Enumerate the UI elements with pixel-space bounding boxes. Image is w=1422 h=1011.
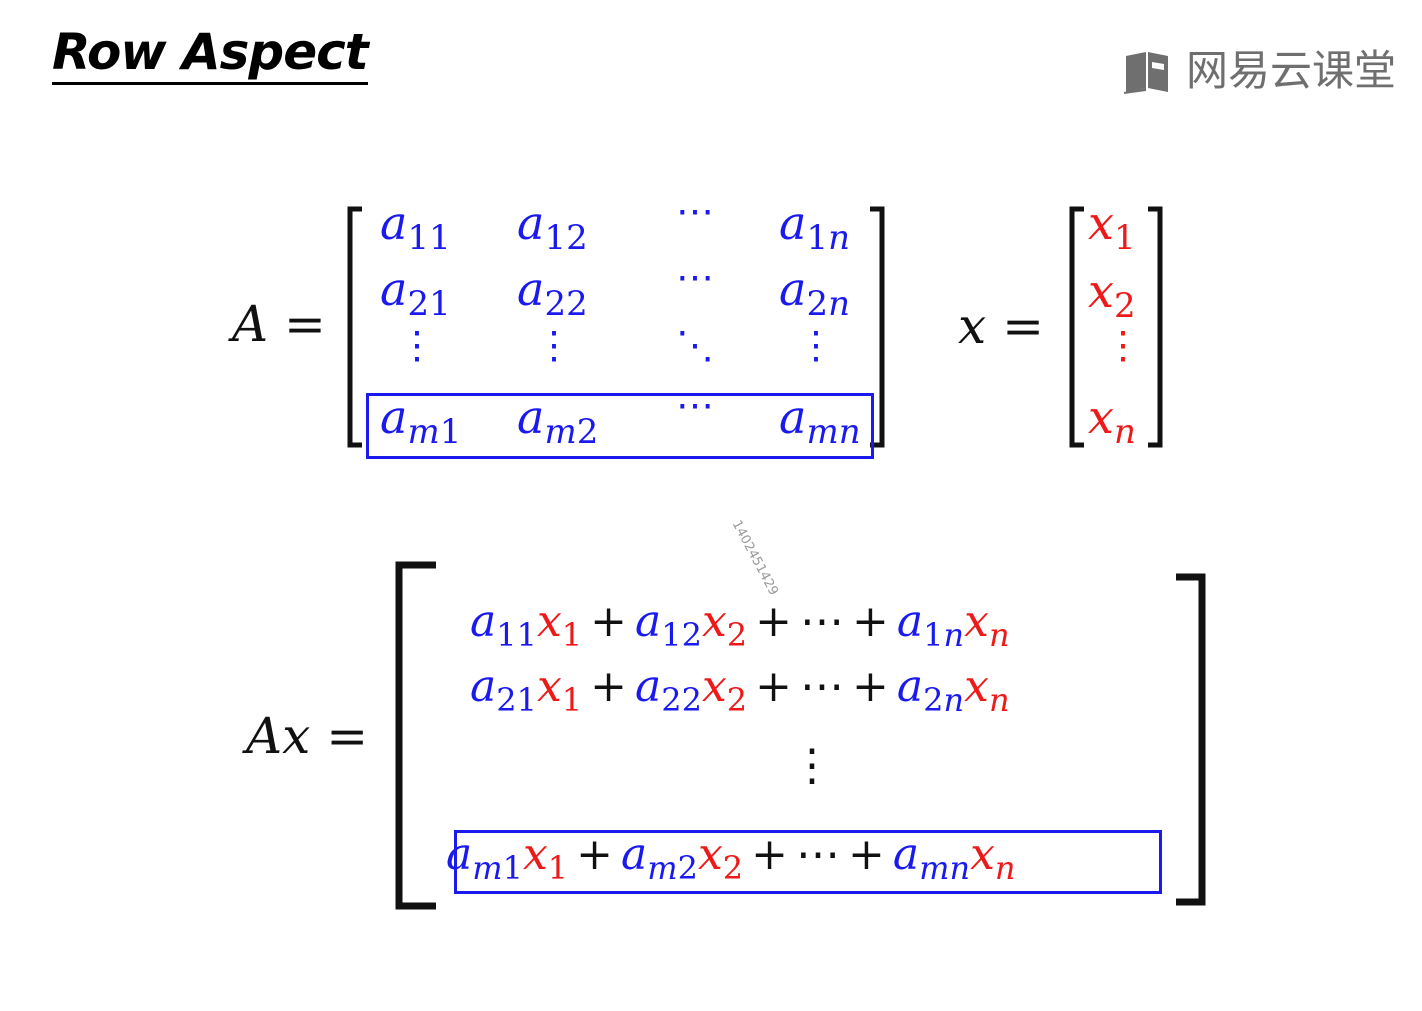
subscript: n [988,681,1010,719]
a-symbol: a [896,661,924,712]
a-symbol: a [380,196,408,250]
subscript: 1n [923,616,965,654]
matrix-a-row-highlight [366,393,874,459]
a-symbol: a [635,596,662,647]
vector-x-entry: xn [1088,390,1136,449]
ellipsis: ⋯ [800,661,845,712]
a-symbol: a [635,661,662,712]
plus-sign: + [852,661,889,712]
subscript: 2 [726,681,748,719]
subscript: 1 [561,616,583,654]
subscript: 12 [661,616,702,654]
matrix-a-lhs: A = [232,295,326,353]
book-logo-icon [1123,52,1168,94]
x-symbol: x [964,596,989,647]
vector-x-lhs: x = [958,297,1044,355]
page-title: Row Aspect [52,22,369,85]
a-symbol: a [896,596,924,647]
x-symbol: x [1088,196,1114,250]
brand-logo: 网易云课堂 [1122,44,1396,98]
subscript: 12 [544,218,588,258]
subscript: 21 [496,681,537,719]
a-symbol: a [779,262,807,316]
a-symbol: a [470,596,497,647]
a-symbol: a [517,262,545,316]
subscript: 1n [806,218,850,258]
matrix-a-dots: ⋱ [676,323,714,367]
subscript: 2 [726,616,748,654]
subscript: 11 [496,616,537,654]
ellipsis: ⋯ [800,596,845,647]
x-symbol: x [964,661,989,712]
x-symbol: x [536,661,562,712]
subscript: 2n [923,681,965,719]
x-symbol: x [1088,390,1114,444]
vector-x-entry: x2 [1088,264,1136,323]
subscript: 1 [561,681,583,719]
logo-text: 网易云课堂 [1185,46,1396,95]
plus-sign: + [852,596,889,647]
matrix-a-entry: a1n [779,196,850,255]
product-row: a21x1 + a22x2 + ⋯ + a2nxn [470,660,1010,716]
matrix-a-dots: ⋯ [676,255,714,299]
subscript: n [988,616,1010,654]
a-symbol: a [380,262,408,316]
matrix-a-dots: ⋮ [535,323,573,367]
plus-sign: + [755,661,793,712]
x-symbol: x [701,596,727,647]
product-vdots: ⋮ [790,740,834,791]
vector-x-entry: x1 [1088,196,1136,255]
vector-x-dots: ⋮ [1104,323,1142,367]
plus-sign: + [755,596,793,647]
matrix-a-dots: ⋯ [676,189,714,233]
x-symbol: x [1088,264,1114,318]
plus-sign: + [590,596,628,647]
subscript: 22 [661,681,702,719]
x-symbol: x [701,661,727,712]
subscript: n [1113,412,1136,452]
matrix-a-entry: a22 [517,262,588,321]
product-row-highlight [454,830,1162,894]
product-lhs: Ax = [246,707,369,765]
product-row: a11x1 + a12x2 + ⋯ + a1nxn [470,595,1010,651]
subscript: 11 [407,218,451,258]
matrix-a-dots: ⋮ [398,323,436,367]
matrix-a-entry: a21 [380,262,451,321]
subscript: 1 [1113,218,1136,258]
matrix-a-entry: a2n [779,262,850,321]
plus-sign: + [590,661,628,712]
a-symbol: a [517,196,545,250]
a-symbol: a [470,661,497,712]
matrix-a-entry: a12 [517,196,588,255]
a-symbol: a [779,196,807,250]
x-symbol: x [536,596,562,647]
matrix-a-entry: a11 [380,196,451,255]
matrix-a-dots: ⋮ [797,323,835,367]
